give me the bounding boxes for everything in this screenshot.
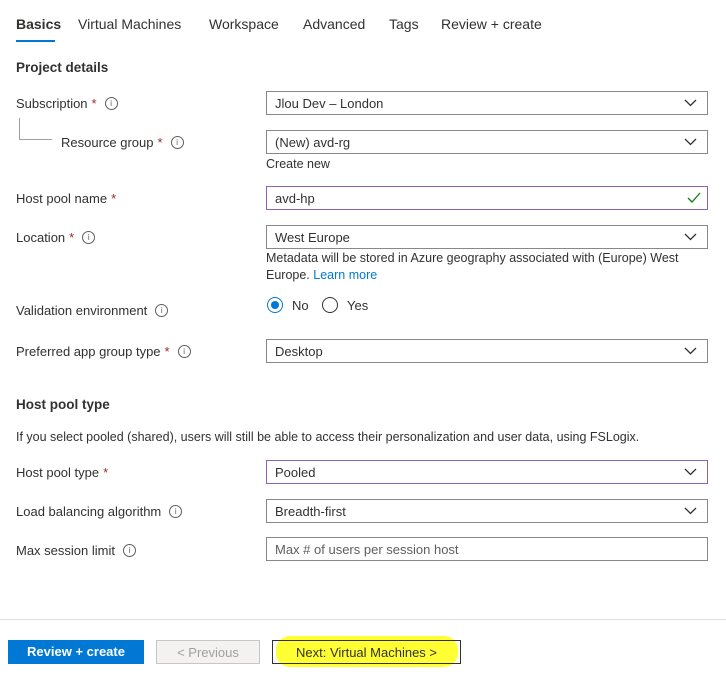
active-tab-indicator — [16, 40, 55, 42]
resource-group-label: Resource group * i — [61, 135, 184, 150]
info-icon[interactable]: i — [177, 345, 191, 358]
location-value: West Europe — [275, 230, 350, 245]
required-marker: * — [157, 135, 163, 150]
next-virtual-machines-button[interactable]: Next: Virtual Machines > — [272, 640, 461, 664]
app-group-type-value: Desktop — [275, 344, 323, 359]
subscription-value: Jlou Dev – London — [275, 96, 384, 111]
location-dropdown[interactable]: West Europe — [266, 225, 708, 249]
required-marker: * — [69, 230, 75, 245]
subscription-dropdown[interactable]: Jlou Dev – London — [266, 91, 708, 115]
validation-radio-no[interactable]: No — [267, 297, 309, 313]
chevron-down-icon — [684, 347, 697, 355]
host-pool-name-value: avd-hp — [275, 191, 315, 206]
tab-basics[interactable]: Basics — [16, 16, 61, 32]
max-session-input[interactable]: Max # of users per session host — [266, 537, 708, 561]
subscription-label-text: Subscription — [16, 96, 88, 111]
load-balancing-value: Breadth-first — [275, 504, 346, 519]
create-new-link[interactable]: Create new — [266, 156, 711, 173]
review-create-button[interactable]: Review + create — [8, 640, 144, 664]
resource-group-value: (New) avd-rg — [275, 135, 351, 150]
chevron-down-icon — [684, 99, 697, 107]
previous-button[interactable]: < Previous — [156, 640, 260, 664]
host-pool-type-heading: Host pool type — [16, 397, 110, 412]
validation-environment-label-text: Validation environment — [16, 303, 148, 318]
tree-connector — [19, 118, 20, 140]
required-marker: * — [91, 96, 97, 111]
info-icon[interactable]: i — [122, 544, 136, 557]
location-help-text: Metadata will be stored in Azure geograp… — [266, 250, 711, 284]
load-balancing-label: Load balancing algorithm i — [16, 504, 183, 519]
info-icon[interactable]: i — [170, 136, 184, 149]
project-details-heading: Project details — [16, 60, 109, 75]
host-pool-type-label: Host pool type * — [16, 465, 108, 480]
radio-selected-icon — [267, 297, 283, 313]
load-balancing-dropdown[interactable]: Breadth-first — [266, 499, 708, 523]
tab-tags[interactable]: Tags — [389, 16, 419, 32]
host-pool-type-description: If you select pooled (shared), users wil… — [16, 430, 640, 444]
host-pool-name-label: Host pool name * — [16, 191, 116, 206]
radio-label-no: No — [292, 297, 309, 313]
tab-review-create[interactable]: Review + create — [441, 16, 542, 32]
info-icon[interactable]: i — [104, 97, 118, 110]
app-group-type-dropdown[interactable]: Desktop — [266, 339, 708, 363]
validation-radio-yes[interactable]: Yes — [322, 297, 368, 313]
max-session-placeholder: Max # of users per session host — [275, 542, 459, 557]
app-group-type-label-text: Preferred app group type — [16, 344, 161, 359]
chevron-down-icon — [684, 233, 697, 241]
required-marker: * — [164, 344, 170, 359]
location-label: Location * i — [16, 230, 96, 245]
resource-group-dropdown[interactable]: (New) avd-rg — [266, 130, 708, 154]
tab-workspace[interactable]: Workspace — [209, 16, 279, 32]
tab-virtual-machines[interactable]: Virtual Machines — [78, 16, 181, 32]
checkmark-icon — [687, 192, 701, 203]
host-pool-type-value: Pooled — [275, 465, 316, 480]
info-icon[interactable]: i — [155, 304, 169, 317]
info-icon[interactable]: i — [169, 505, 183, 518]
learn-more-link[interactable]: Learn more — [313, 268, 377, 282]
chevron-down-icon — [684, 138, 697, 146]
required-marker: * — [111, 191, 117, 206]
max-session-label: Max session limit i — [16, 543, 136, 558]
validation-environment-label: Validation environment i — [16, 303, 169, 318]
radio-unselected-icon — [322, 297, 338, 313]
load-balancing-label-text: Load balancing algorithm — [16, 504, 162, 519]
tab-advanced[interactable]: Advanced — [303, 16, 365, 32]
tab-bar: Basics Virtual Machines Workspace Advanc… — [0, 0, 726, 44]
location-label-text: Location — [16, 230, 66, 245]
required-marker: * — [103, 465, 109, 480]
app-group-type-label: Preferred app group type * i — [16, 344, 191, 359]
host-pool-type-label-text: Host pool type — [16, 465, 100, 480]
resource-group-label-text: Resource group — [61, 135, 154, 150]
chevron-down-icon — [684, 507, 697, 515]
host-pool-type-dropdown[interactable]: Pooled — [266, 460, 708, 484]
subscription-label: Subscription * i — [16, 96, 118, 111]
chevron-down-icon — [684, 468, 697, 476]
info-icon[interactable]: i — [82, 231, 96, 244]
tree-connector — [19, 139, 52, 140]
radio-label-yes: Yes — [347, 297, 369, 313]
footer-divider — [0, 619, 726, 620]
host-pool-name-label-text: Host pool name — [16, 191, 108, 206]
max-session-label-text: Max session limit — [16, 543, 115, 558]
host-pool-name-input[interactable]: avd-hp — [266, 186, 708, 210]
